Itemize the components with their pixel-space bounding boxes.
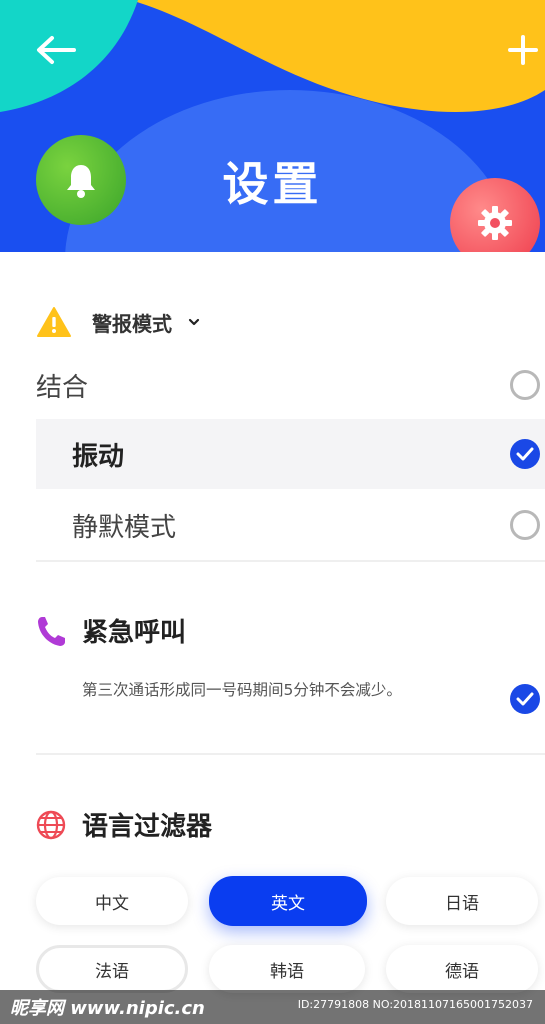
alert-option-silent[interactable]: 静默模式 bbox=[36, 490, 545, 560]
divider bbox=[36, 560, 545, 562]
alert-option-combined[interactable]: 结合 bbox=[36, 350, 545, 420]
language-filter-title: 语言过滤器 bbox=[82, 812, 213, 842]
watermark-logo: 昵享网 www.nipic.cn bbox=[10, 998, 205, 1019]
language-chip-german[interactable]: 德语 bbox=[386, 945, 538, 993]
emergency-call-checkbox[interactable] bbox=[510, 684, 540, 714]
radio-checked[interactable] bbox=[510, 439, 540, 469]
check-icon bbox=[516, 447, 534, 461]
language-chip-french[interactable]: 法语 bbox=[36, 945, 188, 993]
language-chip-chinese[interactable]: 中文 bbox=[36, 877, 188, 925]
emergency-call-description: 第三次通话形成同一号码期间5分钟不会减少。 bbox=[82, 681, 402, 699]
emergency-call-header: 紧急呼叫 bbox=[36, 612, 186, 649]
language-filter-header: 语言过滤器 bbox=[36, 806, 212, 843]
alert-option-label: 结合 bbox=[36, 372, 89, 403]
chevron-down-icon bbox=[188, 318, 200, 326]
language-chip-korean[interactable]: 韩语 bbox=[209, 945, 365, 993]
emergency-call-title: 紧急呼叫 bbox=[82, 618, 187, 648]
alert-mode-dropdown[interactable]: 警报模式 bbox=[36, 306, 200, 338]
globe-icon bbox=[36, 810, 66, 839]
alert-option-label: 振动 bbox=[72, 441, 125, 472]
radio-unchecked[interactable] bbox=[510, 510, 540, 540]
alert-option-vibrate[interactable]: 振动 bbox=[36, 419, 545, 489]
alert-option-label: 静默模式 bbox=[72, 512, 177, 543]
add-button[interactable] bbox=[502, 30, 542, 70]
radio-unchecked[interactable] bbox=[510, 370, 540, 400]
language-chip-english[interactable]: 英文 bbox=[209, 876, 367, 926]
gear-icon bbox=[478, 206, 512, 240]
plus-icon bbox=[508, 35, 538, 65]
check-icon bbox=[516, 692, 534, 706]
language-chip-japanese[interactable]: 日语 bbox=[386, 877, 538, 925]
back-button[interactable] bbox=[30, 30, 82, 70]
header: 设置 bbox=[0, 0, 545, 252]
watermark-id: ID:27791808 NO:20181107165001752037 bbox=[297, 998, 533, 1011]
phone-icon bbox=[38, 616, 65, 646]
alert-mode-label: 警报模式 bbox=[92, 311, 172, 336]
warning-icon bbox=[37, 307, 71, 337]
arrow-left-icon bbox=[37, 36, 76, 64]
divider bbox=[36, 753, 545, 755]
